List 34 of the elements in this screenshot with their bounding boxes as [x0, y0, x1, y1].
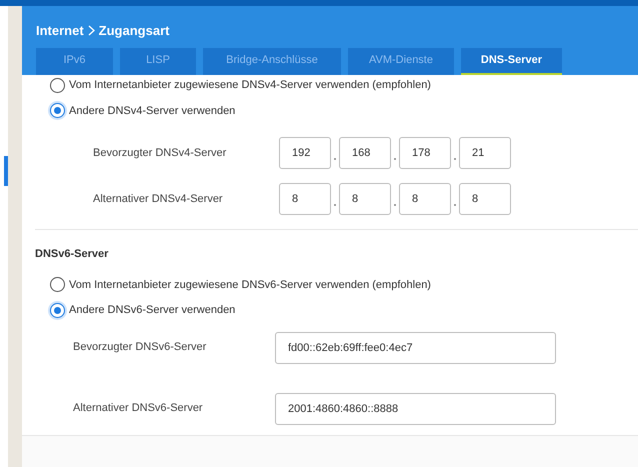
radio-button[interactable] [50, 78, 65, 93]
octet-field[interactable]: 168 [339, 137, 391, 169]
dot-separator-icon [394, 158, 396, 160]
octet-field[interactable]: 8 [279, 183, 331, 215]
breadcrumb-current: Zugangsart [98, 22, 170, 40]
field-label: Alternativer DNSv4-Server [93, 192, 224, 207]
radio-button[interactable] [50, 103, 65, 118]
octet-field[interactable]: 8 [399, 183, 451, 215]
dot-separator-icon [334, 158, 336, 160]
address-field[interactable]: fd00::62eb:69ff:fee0:4ec7 [275, 332, 556, 364]
radio-label: Andere DNSv4-Server verwenden [69, 104, 236, 118]
dot-separator-icon [454, 204, 456, 206]
field-label: Bevorzugter DNSv4-Server [93, 146, 228, 161]
field-label: Bevorzugter DNSv6-Server [73, 340, 208, 356]
sidebar-marker [4, 156, 8, 186]
section-title: DNSv6-Server [35, 247, 110, 262]
radio-label: Vom Internetanbieter zugewiesene DNSv6-Server verwenden (empfohlen) [69, 278, 431, 292]
radio-label: Andere DNSv6-Server verwenden [69, 303, 236, 318]
octet-field[interactable]: 192 [279, 137, 331, 169]
radio-label: Vom Internetanbieter zugewiesene DNSv4-Server verwenden (empfohlen) [69, 78, 431, 93]
radio-button[interactable] [50, 277, 65, 292]
dot-separator-icon [454, 158, 456, 160]
breadcrumb-link[interactable]: Internet [36, 20, 84, 40]
octet-field[interactable]: 21 [459, 137, 511, 169]
octet-field[interactable]: 8 [339, 183, 391, 215]
octet-field[interactable]: 178 [399, 137, 451, 169]
field-label: Alternativer DNSv6-Server [73, 401, 204, 416]
chevron-icon [88, 24, 95, 36]
address-field[interactable]: 2001:4860:4860::8888 [275, 392, 556, 424]
dot-separator-icon [334, 204, 336, 206]
octet-field[interactable]: 8 [459, 183, 511, 215]
dot-separator-icon [394, 204, 396, 206]
radio-button[interactable] [50, 302, 65, 318]
tab[interactable]: DNS-Server [461, 48, 562, 75]
